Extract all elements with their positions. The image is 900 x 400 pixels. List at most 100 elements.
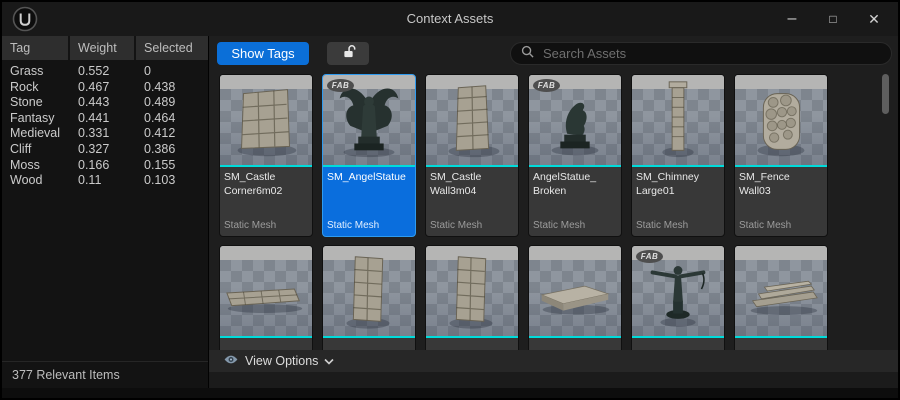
table-cell-selected: 0.412 bbox=[144, 126, 176, 141]
maximize-button[interactable]: □ bbox=[819, 6, 847, 32]
asset-tile[interactable] bbox=[734, 245, 828, 350]
table-row[interactable]: Moss 0.166 0.155 bbox=[2, 158, 208, 174]
show-tags-label: Show Tags bbox=[231, 46, 295, 61]
table-cell-tag: Grass bbox=[10, 64, 44, 78]
asset-type-label: Static Mesh bbox=[224, 220, 277, 231]
asset-tile-label: SM_Fence Wall03 Static Mesh bbox=[735, 167, 827, 236]
table-cell-selected: 0.386 bbox=[144, 141, 176, 156]
asset-type-label: Static Mesh bbox=[327, 220, 380, 231]
asset-tile-label bbox=[426, 338, 518, 350]
asset-thumbnail bbox=[220, 75, 312, 165]
asset-tile-label: SM_AngelStatue Static Mesh bbox=[323, 167, 415, 236]
asset-tile-label bbox=[735, 338, 827, 350]
asset-tile[interactable] bbox=[322, 245, 416, 350]
asset-tile[interactable] bbox=[219, 245, 313, 350]
asset-thumbnail bbox=[220, 246, 312, 336]
column-header-weight[interactable]: Weight bbox=[70, 36, 134, 60]
table-row[interactable]: Stone 0.443 0.489 bbox=[2, 95, 208, 111]
table-row[interactable]: Fantasy 0.441 0.464 bbox=[2, 111, 208, 127]
asset-thumbnail bbox=[426, 75, 518, 165]
vertical-scrollbar-thumb[interactable] bbox=[882, 74, 889, 114]
table-cell-weight: 0.331 bbox=[78, 126, 110, 141]
asset-thumbnail bbox=[426, 246, 518, 336]
chevron-down-icon bbox=[324, 352, 334, 370]
table-row[interactable]: Rock 0.467 0.438 bbox=[2, 80, 208, 96]
search-icon bbox=[521, 45, 534, 63]
context-assets-window: Context Assets – □ ✕ Tag Weight Selected… bbox=[0, 0, 900, 400]
asset-thumbnail: FAB bbox=[529, 75, 621, 165]
asset-thumbnail: FAB bbox=[323, 75, 415, 165]
asset-thumbnail bbox=[735, 246, 827, 336]
asset-tile[interactable] bbox=[528, 245, 622, 350]
table-cell-tag: Stone bbox=[10, 95, 43, 110]
asset-tile[interactable]: SM_Fence Wall03 Static Mesh bbox=[734, 74, 828, 237]
asset-type-label: Static Mesh bbox=[430, 220, 483, 231]
table-cell-weight: 0.467 bbox=[78, 79, 110, 94]
relevant-items-count: 377 Relevant Items bbox=[12, 368, 120, 382]
asset-thumbnail bbox=[735, 75, 827, 165]
show-tags-button[interactable]: Show Tags bbox=[217, 42, 309, 65]
table-row[interactable]: Cliff 0.327 0.386 bbox=[2, 142, 208, 158]
minimize-button[interactable]: – bbox=[778, 6, 806, 32]
table-cell-weight: 0.443 bbox=[78, 95, 110, 110]
table-cell-selected: 0.103 bbox=[144, 173, 176, 188]
asset-thumbnail: FAB bbox=[632, 246, 724, 336]
table-cell-selected: 0.489 bbox=[144, 95, 176, 110]
table-cell-tag: Cliff bbox=[10, 141, 32, 156]
table-cell-weight: 0.552 bbox=[78, 64, 110, 78]
fab-badge: FAB bbox=[327, 79, 354, 92]
table-row[interactable]: Grass 0.552 0 bbox=[2, 64, 208, 80]
asset-thumbnail bbox=[529, 246, 621, 336]
asset-name: SM_Fence Wall03 bbox=[739, 171, 790, 197]
table-cell-weight: 0.441 bbox=[78, 110, 110, 125]
table-row[interactable]: Medieval 0.331 0.412 bbox=[2, 126, 208, 142]
asset-tile[interactable] bbox=[425, 245, 519, 350]
table-cell-selected: 0.155 bbox=[144, 157, 176, 172]
asset-tile-label bbox=[323, 338, 415, 350]
view-options-button[interactable]: View Options bbox=[209, 350, 898, 372]
asset-tile[interactable]: FAB AngelStatue_ Broken Static Mesh bbox=[528, 74, 622, 237]
asset-name: SM_Castle Wall3m04 bbox=[430, 171, 482, 197]
panel-lower-area bbox=[209, 372, 898, 388]
search-input[interactable] bbox=[541, 45, 881, 62]
asset-tile[interactable]: SM_Castle Corner6m02 Static Mesh bbox=[219, 74, 313, 237]
asset-thumbnail bbox=[323, 246, 415, 336]
asset-name: SM_Castle Corner6m02 bbox=[224, 171, 283, 197]
table-cell-weight: 0.166 bbox=[78, 157, 110, 172]
tag-table-header: Tag Weight Selected bbox=[2, 36, 208, 60]
table-cell-tag: Fantasy bbox=[10, 110, 55, 125]
title-bar: Context Assets – □ ✕ bbox=[2, 2, 898, 36]
window-bottom-edge bbox=[2, 388, 898, 398]
column-header-selected[interactable]: Selected bbox=[136, 36, 208, 60]
asset-tile[interactable]: FAB SM_AngelStatue Static Mesh bbox=[322, 74, 416, 237]
fab-badge: FAB bbox=[533, 79, 560, 92]
view-options-label: View Options bbox=[245, 354, 319, 368]
lock-button[interactable] bbox=[327, 42, 369, 65]
asset-tile[interactable]: SM_Chimney Large01 Static Mesh bbox=[631, 74, 725, 237]
asset-type-label: Static Mesh bbox=[739, 220, 792, 231]
tag-weight-panel: Tag Weight Selected Grass 0.552 0 Rock 0.467… bbox=[2, 36, 209, 388]
table-cell-selected: 0.438 bbox=[144, 79, 176, 94]
asset-name: AngelStatue_ Broken bbox=[533, 171, 597, 197]
table-cell-tag: Medieval bbox=[10, 126, 61, 141]
asset-type-label: Static Mesh bbox=[636, 220, 689, 231]
table-cell-selected: 0.464 bbox=[144, 110, 176, 125]
table-row[interactable]: Wood 0.11 0.103 bbox=[2, 173, 208, 189]
close-button[interactable]: ✕ bbox=[860, 6, 888, 32]
asset-tile[interactable]: FAB bbox=[631, 245, 725, 350]
asset-type-label: Static Mesh bbox=[533, 220, 586, 231]
asset-tile-label bbox=[529, 338, 621, 350]
tag-table-body: Grass 0.552 0 Rock 0.467 0.438 Stone 0.443 0.489… bbox=[2, 60, 208, 189]
column-header-tag[interactable]: Tag bbox=[2, 36, 68, 60]
asset-name: SM_AngelStatue bbox=[327, 171, 406, 183]
asset-tile-label: SM_Castle Wall3m04 Static Mesh bbox=[426, 167, 518, 236]
unlock-icon bbox=[341, 44, 356, 64]
asset-browser-panel: Show Tags SM_Castle Corner6m02 Static Mes… bbox=[209, 36, 898, 388]
asset-tile-label: SM_Castle Corner6m02 Static Mesh bbox=[220, 167, 312, 236]
fab-badge: FAB bbox=[636, 250, 663, 263]
asset-tile[interactable]: SM_Castle Wall3m04 Static Mesh bbox=[425, 74, 519, 237]
table-cell-tag: Rock bbox=[10, 79, 39, 94]
table-cell-selected: 0 bbox=[144, 64, 151, 78]
eye-icon bbox=[223, 352, 239, 370]
asset-tile-label: AngelStatue_ Broken Static Mesh bbox=[529, 167, 621, 236]
